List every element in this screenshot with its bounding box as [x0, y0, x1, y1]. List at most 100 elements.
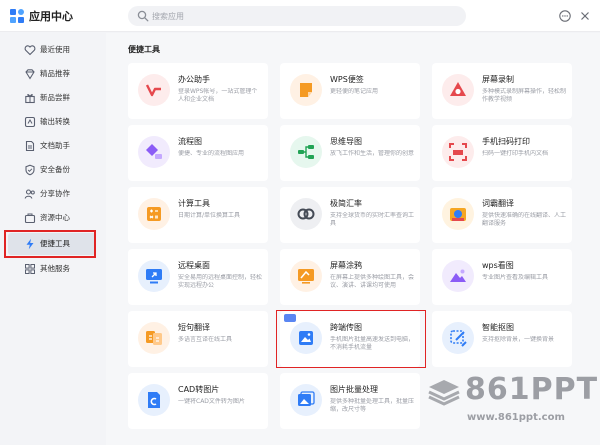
- app-card-title: 思维导图: [330, 137, 362, 146]
- app-card-title: 手机扫码打印: [482, 137, 530, 146]
- selection-highlight: [276, 310, 426, 368]
- sidebar-item-new[interactable]: 新品尝鲜: [8, 87, 96, 109]
- cad-icon: [148, 392, 160, 408]
- app-card-title: 极简汇率: [330, 199, 362, 208]
- search-input[interactable]: [152, 8, 452, 24]
- sidebar-item-label: 新品尝鲜: [40, 93, 70, 102]
- app-card-phrase-translate[interactable]: 短句翻译 多语言互译在线工具: [128, 311, 268, 367]
- app-card-batch-image[interactable]: 图片批量处理 提供多种批量处理工具，批量压缩，改尺寸等: [280, 373, 420, 429]
- watermark-brand: 861PPT: [465, 372, 599, 407]
- stack-logo-icon: [428, 380, 460, 406]
- app-card-cad[interactable]: CAD转图片 一键将CAD文件转为图片: [128, 373, 268, 429]
- sidebar-item-label: 文档助手: [40, 141, 70, 150]
- app-card-title: 智能抠图: [482, 323, 514, 332]
- exchange-icon: [297, 208, 315, 220]
- cube-icon: [24, 213, 36, 224]
- remote-desktop-icon: [146, 269, 162, 284]
- app-card-desc: 一键将CAD文件转为图片: [178, 398, 245, 405]
- app-card-remote-desktop[interactable]: 远程桌面 安全易用的远程桌面控制，轻松实现远程办公: [128, 249, 268, 305]
- section-title: 便捷工具: [128, 45, 160, 54]
- feedback-icon[interactable]: [558, 9, 572, 23]
- app-card-desc: 支持全球货币的实时汇率查询工具: [330, 212, 414, 227]
- app-card-translate[interactable]: 词霸翻译 提供快速准确的在线翻译、人工翻译服务: [432, 187, 572, 243]
- app-card-title: 短句翻译: [178, 323, 210, 332]
- app-card-desc: 更轻便的笔记应用: [330, 88, 379, 95]
- selection-highlight: [4, 230, 96, 258]
- app-card-desc: 登录WPS帐号，一站式管理个人和企业文档: [178, 88, 258, 103]
- sidebar-item-label: 最近使用: [40, 45, 70, 54]
- app-card-desc: 提供快速准确的在线翻译、人工翻译服务: [482, 212, 566, 227]
- search-box[interactable]: [128, 6, 466, 26]
- app-card-wps-note[interactable]: WPS便签 更轻便的笔记应用: [280, 63, 420, 119]
- app-card-title: 计算工具: [178, 199, 210, 208]
- flowchart-icon: [146, 144, 162, 159]
- app-card-doodle[interactable]: 屏幕涂鸦 在屏幕上提供多种绘图工具，会议、演讲、讲课均可使用: [280, 249, 420, 305]
- sidebar-item-docs[interactable]: 文档助手: [8, 135, 96, 157]
- watermark-url: www.861ppt.com: [467, 412, 565, 423]
- sidebar-item-share[interactable]: 分享协作: [8, 183, 96, 205]
- app-card-title: WPS便签: [330, 75, 364, 84]
- app-card-photo-viewer[interactable]: wps看图 专业图片查看及编辑工具: [432, 249, 572, 305]
- app-card-title: 屏幕涂鸦: [330, 261, 362, 270]
- app-card-screen-record[interactable]: 屏幕录制 多种模式录制屏幕操作，轻松制作教学视频: [432, 63, 572, 119]
- app-title: 应用中心: [29, 10, 73, 23]
- convert-icon: [24, 116, 36, 128]
- batch-image-icon: [298, 391, 315, 406]
- app-card-title: 办公助手: [178, 75, 210, 84]
- grid-icon: [25, 264, 35, 274]
- watermark: 861PPT www.861ppt.com: [427, 372, 597, 438]
- document-icon: [25, 140, 35, 152]
- app-card-smart-cutout[interactable]: 智能抠图 支持抠除背景，一键换背景: [432, 311, 572, 367]
- photo-viewer-icon: [450, 269, 466, 282]
- sidebar-item-label: 安全备份: [40, 165, 70, 174]
- app-card-desc: 多种模式录制屏幕操作，轻松制作教学视频: [482, 88, 566, 103]
- app-card-mindmap[interactable]: 思维导图 放飞工作和生活，管理你的创意: [280, 125, 420, 181]
- sidebar-item-label: 分享协作: [40, 189, 70, 198]
- sidebar-item-label: 资源中心: [40, 213, 70, 222]
- app-card-title: 屏幕录制: [482, 75, 514, 84]
- diamond-icon: [25, 69, 35, 80]
- app-card-title: 词霸翻译: [482, 199, 514, 208]
- app-card-exchange[interactable]: 极简汇率 支持全球货币的实时汇率查询工具: [280, 187, 420, 243]
- sidebar-item-label: 精品推荐: [40, 69, 70, 78]
- search-icon: [137, 10, 149, 22]
- screen-record-icon: [450, 82, 466, 96]
- smart-cutout-icon: [450, 330, 467, 347]
- app-center-logo-icon: [10, 9, 24, 23]
- app-card-desc: 放飞工作和生活，管理你的创意: [330, 150, 414, 157]
- app-card-desc: 扫码一键打印手机内文档: [482, 150, 549, 157]
- app-card-desc: 支持抠除背景，一键换背景: [482, 336, 555, 343]
- mindmap-icon: [298, 145, 314, 159]
- app-card-desc: 专业图片查看及编辑工具: [482, 274, 549, 281]
- gift-icon: [25, 94, 35, 104]
- heart-icon: [24, 45, 36, 56]
- app-card-scan-print[interactable]: 手机扫码打印 扫码一键打印手机内文档: [432, 125, 572, 181]
- sidebar-item-recent[interactable]: 最近使用: [8, 39, 96, 61]
- app-card-title: wps看图: [482, 261, 514, 270]
- sidebar-item-resources[interactable]: 资源中心: [8, 207, 96, 229]
- office-assistant-icon: [145, 84, 161, 97]
- app-card-calculator[interactable]: 计算工具 日期计算/单位换算工具: [128, 187, 268, 243]
- phrase-translate-icon: [146, 331, 162, 345]
- sidebar-item-other[interactable]: 其他服务: [8, 258, 96, 280]
- app-card-title: 图片批量处理: [330, 385, 378, 394]
- app-card-desc: 日期计算/单位换算工具: [178, 212, 241, 219]
- app-card-desc: 便捷、专业的流程图应用: [178, 150, 245, 157]
- title-bar: 应用中心: [0, 0, 600, 32]
- doodle-icon: [298, 269, 314, 284]
- sidebar-item-recommended[interactable]: 精品推荐: [8, 63, 96, 85]
- share-icon: [24, 189, 35, 199]
- sidebar-item-convert[interactable]: 输出转换: [8, 111, 96, 133]
- app-card-office-assistant[interactable]: 办公助手 登录WPS帐号，一站式管理个人和企业文档: [128, 63, 268, 119]
- shield-icon: [25, 164, 35, 176]
- sidebar-item-backup[interactable]: 安全备份: [8, 159, 96, 181]
- calculator-icon: [147, 207, 161, 221]
- scan-print-icon: [449, 143, 467, 161]
- close-icon[interactable]: [578, 9, 592, 23]
- app-card-desc: 提供多种批量处理工具，批量压缩，改尺寸等: [330, 398, 414, 413]
- app-card-flowchart[interactable]: 流程图 便捷、专业的流程图应用: [128, 125, 268, 181]
- translate-icon: [450, 208, 466, 221]
- app-card-title: CAD转图片: [178, 385, 220, 394]
- note-icon: [300, 83, 312, 97]
- app-card-title: 流程图: [178, 137, 202, 146]
